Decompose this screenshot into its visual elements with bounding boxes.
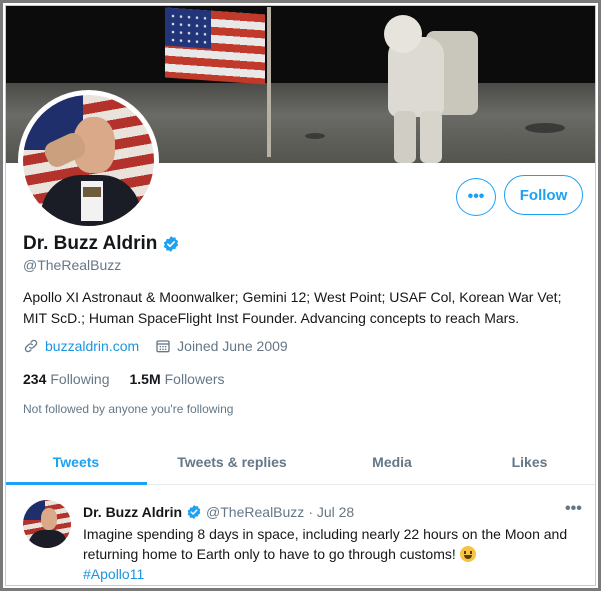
us-flag	[165, 7, 265, 85]
tab-tweets[interactable]: Tweets	[5, 441, 147, 485]
more-options-button[interactable]: •••	[456, 178, 496, 216]
profile-stats: 234 Following 1.5M Followers	[23, 371, 245, 387]
profile-name: Dr. Buzz Aldrin	[23, 233, 158, 254]
tweet-body: Imagine spending 8 days in space, includ…	[83, 524, 583, 584]
profile-screenshot-frame: ••• Follow Dr. Buzz Aldrin @TheRealBuzz …	[0, 0, 601, 591]
follow-button[interactable]: Follow	[504, 175, 583, 215]
tweet-header: Dr. Buzz Aldrin @TheRealBuzz · Jul 28	[83, 504, 354, 520]
tab-media[interactable]: Media	[317, 441, 467, 483]
tab-tweets-and-replies[interactable]: Tweets & replies	[147, 441, 317, 483]
calendar-icon	[156, 340, 170, 353]
tab-likes[interactable]: Likes	[467, 441, 592, 483]
tweet-author-name[interactable]: Dr. Buzz Aldrin	[83, 504, 182, 520]
tweet-hashtag[interactable]: #Apollo11	[83, 566, 144, 582]
profile-joined-date: Joined June 2009	[177, 338, 288, 354]
followers-stat[interactable]: 1.5M Followers	[130, 371, 225, 387]
tweet-date[interactable]: · Jul 28	[308, 504, 354, 520]
astronaut-figure	[370, 15, 480, 163]
tweet-author-avatar[interactable]	[23, 500, 71, 548]
profile-website-link[interactable]: buzzaldrin.com	[45, 338, 139, 354]
tweet-author-handle: @TheRealBuzz	[206, 504, 305, 520]
not-followed-note: Not followed by anyone you're following	[23, 402, 234, 416]
profile-meta: buzzaldrin.com Joined June 2009	[23, 338, 288, 354]
profile-bio: Apollo XI Astronaut & Moonwalker; Gemini…	[23, 289, 562, 326]
verified-badge-icon	[164, 236, 179, 252]
tweet-more-button[interactable]: •••	[565, 500, 582, 518]
verified-badge-icon	[187, 505, 201, 519]
link-icon	[24, 339, 38, 353]
profile-avatar[interactable]	[18, 90, 159, 231]
grinning-face-emoji	[459, 546, 476, 562]
profile-tabs: Tweets Tweets & replies Media Likes	[5, 441, 596, 485]
profile-handle: @TheRealBuzz	[23, 257, 122, 273]
tweet-text: Imagine spending 8 days in space, includ…	[83, 526, 568, 562]
following-stat[interactable]: 234 Following	[23, 371, 110, 387]
flag-pole	[267, 7, 271, 157]
profile-name-row: Dr. Buzz Aldrin	[23, 233, 180, 255]
